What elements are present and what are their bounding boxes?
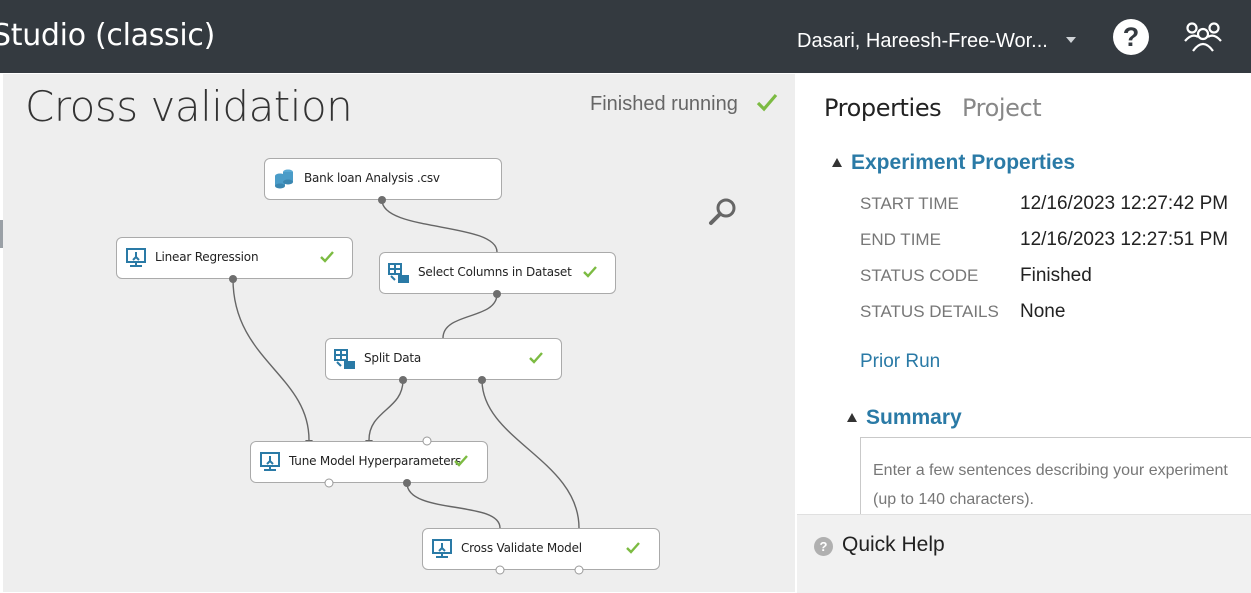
status-check-icon: [756, 91, 778, 118]
app-title: Studio (classic): [0, 18, 215, 53]
experiment-properties-section[interactable]: Experiment Properties: [832, 151, 1075, 175]
module-select-columns[interactable]: Select Columns in Dataset: [379, 252, 616, 294]
check-icon: [454, 454, 468, 471]
model-icon: [125, 247, 147, 272]
table-transform-icon: [388, 262, 410, 287]
module-label: Linear Regression: [155, 250, 259, 264]
community-icon[interactable]: [1183, 19, 1223, 60]
module-linear-regression[interactable]: Linear Regression: [116, 237, 353, 279]
module-cross-validate-model[interactable]: Cross Validate Model: [422, 528, 660, 570]
module-bank-loan-dataset[interactable]: Bank loan Analysis .csv: [264, 158, 502, 200]
zoom-search-icon[interactable]: [707, 196, 739, 233]
module-label: Tune Model Hyperparameters: [289, 454, 462, 468]
prop-key-end-time: END TIME: [860, 230, 941, 249]
experiment-title[interactable]: Cross validation: [25, 82, 353, 131]
prop-value-status-details: None: [1020, 301, 1066, 322]
model-icon: [259, 451, 281, 476]
prop-value-start-time: 12/16/2023 12:27:42 PM: [1020, 193, 1229, 214]
chevron-down-icon[interactable]: [1066, 37, 1076, 43]
tab-project[interactable]: Project: [962, 94, 1042, 122]
module-split-data[interactable]: Split Data: [325, 338, 562, 380]
model-icon: [431, 538, 453, 563]
prop-key-status-details: STATUS DETAILS: [860, 302, 999, 321]
prop-value-end-time: 12/16/2023 12:27:51 PM: [1020, 229, 1229, 250]
dataset-icon: [273, 168, 295, 193]
prop-key-start-time: START TIME: [860, 194, 959, 213]
user-account-menu[interactable]: Dasari, Hareesh-Free-Wor...: [797, 30, 1048, 53]
tab-properties[interactable]: Properties: [824, 94, 942, 122]
table-transform-icon: [334, 348, 356, 373]
summary-section[interactable]: Summary: [847, 406, 962, 430]
experiment-canvas[interactable]: [3, 74, 795, 592]
section-heading: Summary: [866, 406, 962, 429]
collapse-triangle-icon[interactable]: [832, 158, 842, 167]
check-icon: [529, 351, 543, 368]
check-icon: [626, 541, 640, 558]
prior-run-link[interactable]: Prior Run: [860, 351, 940, 373]
quick-help-label[interactable]: Quick Help: [842, 533, 945, 557]
module-label: Select Columns in Dataset: [418, 265, 572, 279]
quick-help-icon: ?: [814, 537, 833, 556]
module-label: Cross Validate Model: [461, 541, 582, 555]
module-label: Bank loan Analysis .csv: [304, 171, 440, 185]
module-label: Split Data: [364, 351, 422, 365]
help-icon[interactable]: ?: [1113, 19, 1149, 55]
module-tune-model-hyperparameters[interactable]: Tune Model Hyperparameters: [250, 441, 488, 483]
check-icon: [583, 265, 597, 282]
prop-key-status-code: STATUS CODE: [860, 266, 979, 285]
prop-value-status-code: Finished: [1020, 265, 1092, 286]
collapse-triangle-icon[interactable]: [847, 413, 857, 422]
run-status: Finished running: [590, 93, 738, 115]
section-heading: Experiment Properties: [851, 151, 1076, 174]
check-icon: [320, 250, 334, 267]
